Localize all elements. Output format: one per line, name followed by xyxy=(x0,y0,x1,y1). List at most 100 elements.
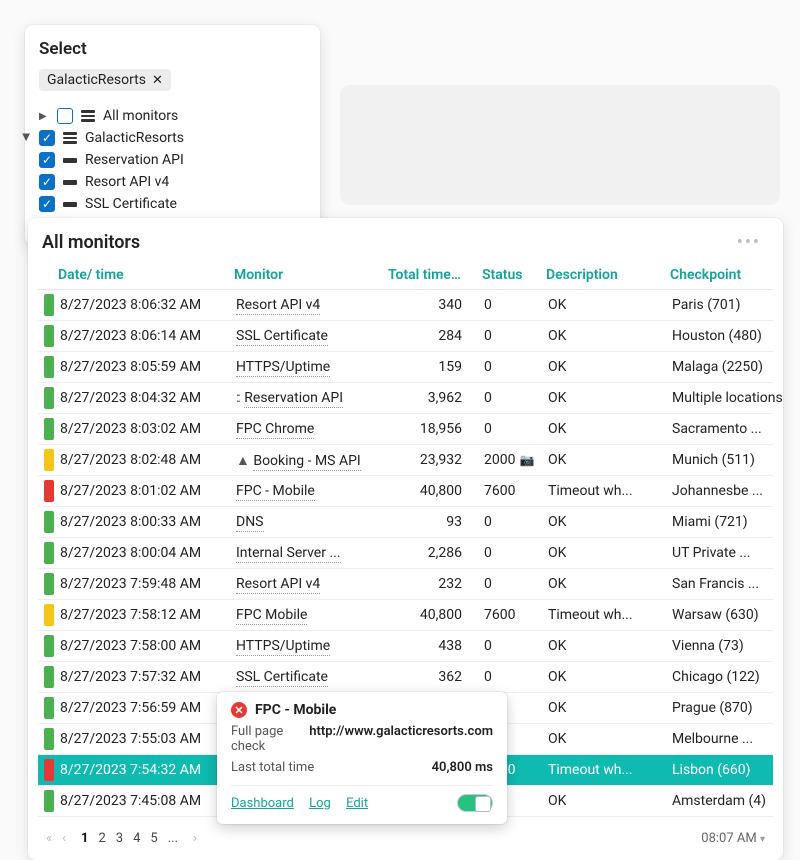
table-row[interactable]: 8/27/2023 8:06:14 AMSSL Certificate2840O… xyxy=(38,321,773,352)
status-color-bar xyxy=(44,294,54,316)
cell-monitor[interactable]: FPC - Mobile xyxy=(234,481,384,501)
col-monitor[interactable]: Monitor xyxy=(234,267,384,283)
filter-chip-label: GalacticResorts xyxy=(47,72,146,88)
cell-total: 284 xyxy=(388,326,478,346)
status-color-bar xyxy=(44,387,54,409)
checkbox-child[interactable] xyxy=(39,152,55,168)
cell-monitor[interactable]: ▲ Booking - MS API xyxy=(234,450,384,471)
table-row[interactable]: 8/27/2023 8:01:02 AMFPC - Mobile40,80076… xyxy=(38,476,773,507)
cell-monitor[interactable]: HTTPS/Uptime xyxy=(234,357,384,377)
cell-monitor[interactable]: DNS xyxy=(234,512,384,532)
filter-chip[interactable]: GalacticResorts ✕ xyxy=(39,69,171,91)
status-color-bar xyxy=(44,511,54,533)
table-row[interactable]: 8/27/2023 8:02:48 AM▲ Booking - MS API23… xyxy=(38,445,773,476)
tree-row-group[interactable]: ▶ GalacticResorts xyxy=(39,127,306,149)
table-row[interactable]: 8/27/2023 8:00:04 AMInternal Server ...2… xyxy=(38,538,773,569)
page-first-icon[interactable]: « xyxy=(46,831,52,846)
checkbox-child[interactable] xyxy=(39,174,55,190)
filter-chip-remove-icon[interactable]: ✕ xyxy=(152,73,163,88)
cell-datetime: 8/27/2023 8:01:02 AM xyxy=(58,481,230,501)
cell-checkpoint: Malaga (2250) xyxy=(670,357,790,377)
pagination: « ‹ 12345... › xyxy=(46,831,197,846)
checkbox-group[interactable] xyxy=(39,130,55,146)
status-color-bar xyxy=(44,697,54,719)
tree-all-label: All monitors xyxy=(103,108,178,124)
status-color-bar xyxy=(44,728,54,750)
cell-description: OK xyxy=(546,698,666,718)
page-number[interactable]: 1 xyxy=(81,831,88,846)
table-row[interactable]: 8/27/2023 7:57:32 AMSSL Certificate3620O… xyxy=(38,662,773,693)
page-number[interactable]: ... xyxy=(168,831,178,846)
cell-description: OK xyxy=(546,636,666,656)
page-prev-icon[interactable]: ‹ xyxy=(62,831,66,846)
status-color-bar xyxy=(44,604,54,626)
cell-monitor[interactable]: SSL Certificate xyxy=(234,326,384,346)
chevron-right-icon[interactable]: ▶ xyxy=(39,111,49,122)
table-row[interactable]: 8/27/2023 7:58:12 AMFPC Mobile40,8007600… xyxy=(38,600,773,631)
table-row[interactable]: 8/27/2023 8:06:32 AMResort API v43400OKP… xyxy=(38,290,773,321)
cell-total: 232 xyxy=(388,574,478,594)
cell-status: 0 xyxy=(482,419,542,439)
col-total[interactable]: Total time (ms) xyxy=(388,267,478,283)
cell-checkpoint: Amsterdam (4) xyxy=(670,791,790,811)
cell-checkpoint: Paris (701) xyxy=(670,295,790,315)
cell-monitor[interactable]: :: Reservation API xyxy=(234,388,384,408)
cell-monitor[interactable]: HTTPS/Uptime xyxy=(234,636,384,656)
monitor-popover: ✕ FPC - Mobile Full page check http://ww… xyxy=(217,692,507,824)
tree-row-child[interactable]: Resort API v4 xyxy=(39,171,306,193)
cell-description: OK xyxy=(546,512,666,532)
cell-monitor[interactable]: SSL Certificate xyxy=(234,667,384,687)
tree-row-child[interactable]: SSL Certificate xyxy=(39,193,306,215)
cell-monitor[interactable]: Resort API v4 xyxy=(234,295,384,315)
status-color-bar xyxy=(44,325,54,347)
checkbox-all[interactable] xyxy=(57,108,73,124)
page-number[interactable]: 5 xyxy=(150,831,157,846)
cell-datetime: 8/27/2023 7:58:00 AM xyxy=(58,636,230,656)
cell-status: 7600 xyxy=(482,605,542,625)
cell-monitor[interactable]: Resort API v4 xyxy=(234,574,384,594)
tree-group-label: GalacticResorts xyxy=(85,130,184,146)
monitor-prefix-icon: ▲ xyxy=(236,453,248,469)
table-row[interactable]: 8/27/2023 7:58:00 AMHTTPS/Uptime4380OKVi… xyxy=(38,631,773,662)
table-row[interactable]: 8/27/2023 8:00:33 AMDNS930OKMiami (721) xyxy=(38,507,773,538)
page-number[interactable]: 2 xyxy=(98,831,105,846)
cell-monitor[interactable]: FPC Mobile xyxy=(234,605,384,625)
table-row[interactable]: 8/27/2023 8:05:59 AMHTTPS/Uptime1590OKMa… xyxy=(38,352,773,383)
tree-child-label: Resort API v4 xyxy=(85,174,169,190)
tree-row-child[interactable]: Reservation API xyxy=(39,149,306,171)
page-number[interactable]: 4 xyxy=(133,831,140,846)
popover-dashboard-link[interactable]: Dashboard xyxy=(231,796,294,811)
chevron-down-icon[interactable]: ▾ xyxy=(760,834,765,845)
table-menu-icon[interactable]: ••• xyxy=(737,232,765,253)
col-desc[interactable]: Description xyxy=(546,267,666,283)
cell-total: 438 xyxy=(388,636,478,656)
popover-toggle[interactable] xyxy=(457,794,493,812)
cell-status: 0 xyxy=(482,388,542,408)
page-next-icon[interactable]: › xyxy=(193,831,197,846)
table-row[interactable]: 8/27/2023 8:04:32 AM:: Reservation API3,… xyxy=(38,383,773,414)
checkbox-child[interactable] xyxy=(39,196,55,212)
table-row[interactable]: 8/27/2023 7:59:48 AMResort API v42320OKS… xyxy=(38,569,773,600)
select-panel: Select GalacticResorts ✕ ▶ All monitors … xyxy=(25,25,320,245)
col-status[interactable]: Status xyxy=(482,267,542,283)
cell-checkpoint: Melbourne ... xyxy=(670,729,790,749)
popover-log-link[interactable]: Log xyxy=(309,796,331,811)
cell-datetime: 8/27/2023 8:03:02 AM xyxy=(58,419,230,439)
cell-monitor[interactable]: Internal Server ... xyxy=(234,543,384,563)
status-color-bar xyxy=(44,480,54,502)
col-datetime[interactable]: Date/ time xyxy=(58,267,230,283)
chevron-down-icon[interactable]: ▶ xyxy=(21,133,32,143)
popover-links: Dashboard Log Edit xyxy=(231,796,380,811)
select-title: Select xyxy=(39,39,306,59)
cell-datetime: 8/27/2023 7:57:32 AM xyxy=(58,667,230,687)
popover-total-label: Last total time xyxy=(231,760,314,775)
cell-checkpoint: San Francis ... xyxy=(670,574,790,594)
cell-monitor[interactable]: FPC Chrome xyxy=(234,419,384,439)
cell-description: OK xyxy=(546,729,666,749)
col-checkpoint[interactable]: Checkpoint xyxy=(670,267,790,283)
cell-status: 2000 📷 xyxy=(482,450,542,470)
page-number[interactable]: 3 xyxy=(116,831,123,846)
table-row[interactable]: 8/27/2023 8:03:02 AMFPC Chrome18,9560OKS… xyxy=(38,414,773,445)
tree-row-all[interactable]: ▶ All monitors xyxy=(39,105,306,127)
popover-edit-link[interactable]: Edit xyxy=(346,796,368,811)
